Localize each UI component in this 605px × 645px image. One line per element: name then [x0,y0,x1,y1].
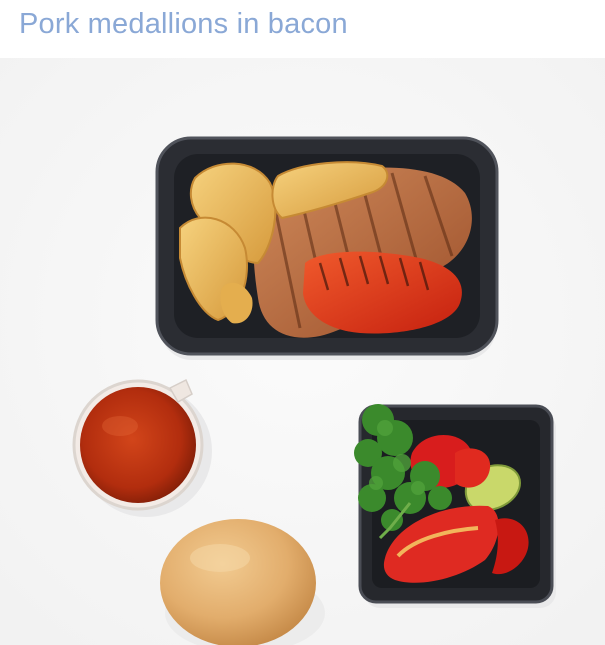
salad-tray-icon [354,404,556,608]
page-title: Pork medallions in bacon [19,8,348,40]
main-tray-icon [155,136,499,360]
food-photo [0,58,605,645]
